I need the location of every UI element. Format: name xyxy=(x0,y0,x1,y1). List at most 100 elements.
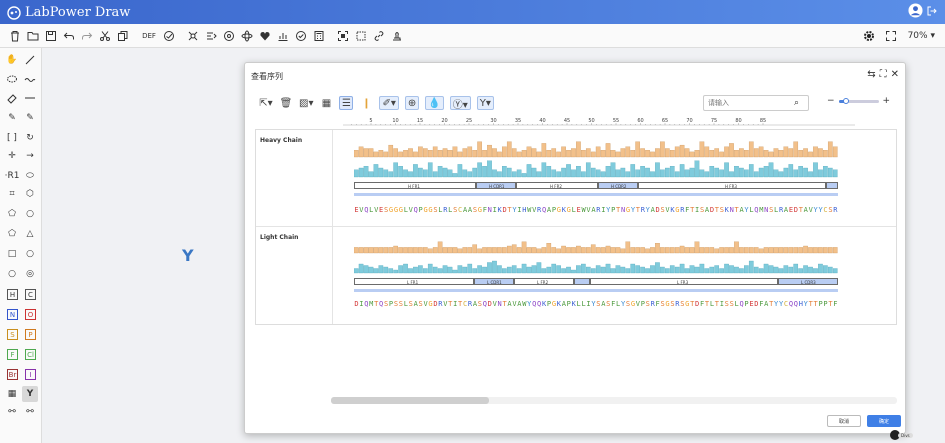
layout-icon[interactable]: ☰ xyxy=(339,96,354,110)
arrow-circle-icon[interactable]: ⊕ xyxy=(404,96,420,110)
bond-tool-icon[interactable]: ✎ xyxy=(4,110,20,126)
lasso-icon[interactable] xyxy=(4,72,20,88)
r-group-icon[interactable]: ·R1 xyxy=(4,168,20,184)
antibody-branch-icon[interactable]: Y▾ xyxy=(476,96,494,110)
user-avatar-icon[interactable] xyxy=(908,3,923,18)
drop-icon[interactable]: 💧 xyxy=(425,96,444,110)
residue[interactable]: F xyxy=(833,300,838,308)
bond-tool-2-icon[interactable]: ✎ xyxy=(22,110,38,126)
link-icon[interactable] xyxy=(370,27,388,45)
color-icon[interactable]: ▨▾ xyxy=(299,96,313,110)
peptide-icon[interactable]: ⚯ xyxy=(22,404,38,420)
circle-icon[interactable]: ○ xyxy=(22,206,38,222)
triangle-icon[interactable]: △ xyxy=(22,226,38,242)
rotate-icon[interactable]: ↻ xyxy=(22,130,38,146)
element-cl-icon[interactable]: Cl xyxy=(25,349,36,360)
antibody-circle-icon[interactable]: Ⓨ▾ xyxy=(449,96,471,111)
fr-region[interactable]: L FR1 xyxy=(354,278,474,285)
zoom-in-icon[interactable]: + xyxy=(883,96,891,106)
bracket-icon[interactable]: [ ] xyxy=(4,130,20,146)
trash-icon[interactable]: 🗑 xyxy=(279,96,293,110)
undo-icon[interactable] xyxy=(60,27,78,45)
name-to-structure-icon[interactable] xyxy=(202,27,220,45)
horizontal-scrollbar[interactable] xyxy=(331,397,897,404)
stamp-icon[interactable] xyxy=(388,27,406,45)
move-icon[interactable]: ✛ xyxy=(4,148,20,164)
cancel-button[interactable]: 取消 xyxy=(827,415,861,427)
sequence-line[interactable]: DIQMTQSPSSLSASVGDRVTITCRASQDVNTAVAWYQQKP… xyxy=(354,300,838,308)
fullscreen-icon[interactable] xyxy=(882,27,900,45)
clean-icon[interactable] xyxy=(160,27,178,45)
element-h-icon[interactable]: H xyxy=(7,289,18,300)
save-icon[interactable] xyxy=(42,27,60,45)
marker-icon[interactable]: ❙ xyxy=(359,96,373,110)
ring-dots-icon[interactable]: ◎ xyxy=(22,266,38,282)
zoom-select[interactable]: 70% ▾ xyxy=(904,31,939,41)
ring-outline-icon[interactable]: ○ xyxy=(4,266,20,282)
sequence-search[interactable]: ⌕ xyxy=(703,95,809,111)
wave-bond-icon[interactable] xyxy=(22,72,38,88)
zoom-slider[interactable] xyxy=(838,97,879,104)
element-p-icon[interactable]: P xyxy=(25,329,36,340)
ellipse-icon[interactable]: ⬭ xyxy=(22,168,38,184)
eraser-icon[interactable] xyxy=(4,90,20,106)
antibody-tool-icon[interactable]: Y xyxy=(22,386,38,402)
fit-icon[interactable] xyxy=(334,27,352,45)
calculator-icon[interactable] xyxy=(310,27,328,45)
crop-icon[interactable]: ⌗ xyxy=(4,186,20,202)
scroll-thumb[interactable] xyxy=(331,397,489,404)
cdr-region[interactable]: H CDR2 xyxy=(598,182,638,189)
settings-icon[interactable] xyxy=(860,27,878,45)
cdr-region[interactable] xyxy=(574,278,590,285)
cdr-region[interactable]: L CDR3 xyxy=(778,278,838,285)
heart-icon[interactable] xyxy=(256,27,274,45)
circle-outline-icon[interactable]: ○ xyxy=(22,246,38,262)
element-f-icon[interactable]: F xyxy=(7,349,18,360)
sequence-line[interactable]: EVQLVESGGGLVQPGGSLRLSCAASGFNIKDTYIHWVRQA… xyxy=(354,206,838,214)
element-n-icon[interactable]: N xyxy=(7,309,18,320)
hexagon-icon[interactable]: ⬡ xyxy=(22,186,38,202)
pentagon-outline-icon[interactable]: ⬠ xyxy=(4,226,20,242)
delete-icon[interactable] xyxy=(6,27,24,45)
copy-icon[interactable] xyxy=(114,27,132,45)
fr-region[interactable]: L FR3 xyxy=(590,278,778,285)
structure-to-name-icon[interactable] xyxy=(184,27,202,45)
zoom-out-icon[interactable]: − xyxy=(827,96,835,106)
cdr-region[interactable] xyxy=(826,182,838,189)
hand-icon[interactable]: ✋ xyxy=(4,52,20,68)
select-area-icon[interactable] xyxy=(352,27,370,45)
swap-icon[interactable]: ⇆ xyxy=(867,69,875,80)
antibody-canvas-icon[interactable]: Y xyxy=(182,246,194,265)
periodic-table-icon[interactable]: ▦ xyxy=(4,386,20,402)
single-bond-icon[interactable] xyxy=(22,52,38,68)
def-button[interactable]: DEF xyxy=(138,27,160,45)
search-input[interactable] xyxy=(704,99,794,107)
chart-icon[interactable] xyxy=(274,27,292,45)
ok-button[interactable]: 确定 xyxy=(867,415,901,427)
check-circle-icon[interactable] xyxy=(292,27,310,45)
element-s-icon[interactable]: S xyxy=(7,329,18,340)
ring-icon[interactable] xyxy=(220,27,238,45)
close-icon[interactable]: ✕ xyxy=(891,69,899,80)
residue[interactable]: R xyxy=(833,206,838,214)
cdr-region[interactable]: H CDR1 xyxy=(476,182,516,189)
logout-icon[interactable] xyxy=(927,6,937,16)
fr-region[interactable]: H FR3 xyxy=(638,182,826,189)
fr-region[interactable]: L FR2 xyxy=(514,278,574,285)
element-br-icon[interactable]: Br xyxy=(7,369,18,380)
arrow-icon[interactable]: → xyxy=(22,148,38,164)
line-icon[interactable] xyxy=(22,90,38,106)
cut-icon[interactable] xyxy=(96,27,114,45)
dna-icon[interactable]: ⚯ xyxy=(4,404,20,420)
square-icon[interactable]: □ xyxy=(4,246,20,262)
fr-region[interactable]: H FR1 xyxy=(354,182,476,189)
atom-icon[interactable] xyxy=(238,27,256,45)
ruler-icon[interactable]: ✐▾ xyxy=(379,96,399,110)
element-c-icon[interactable]: C xyxy=(25,289,36,300)
pentagon-icon[interactable]: ⬠ xyxy=(4,206,20,222)
fr-region[interactable]: H FR2 xyxy=(516,182,598,189)
cdr-region[interactable]: L CDR1 xyxy=(474,278,514,285)
open-folder-icon[interactable] xyxy=(24,27,42,45)
export-icon[interactable]: ⇱▾ xyxy=(259,96,273,110)
element-i-icon[interactable]: I xyxy=(25,369,36,380)
